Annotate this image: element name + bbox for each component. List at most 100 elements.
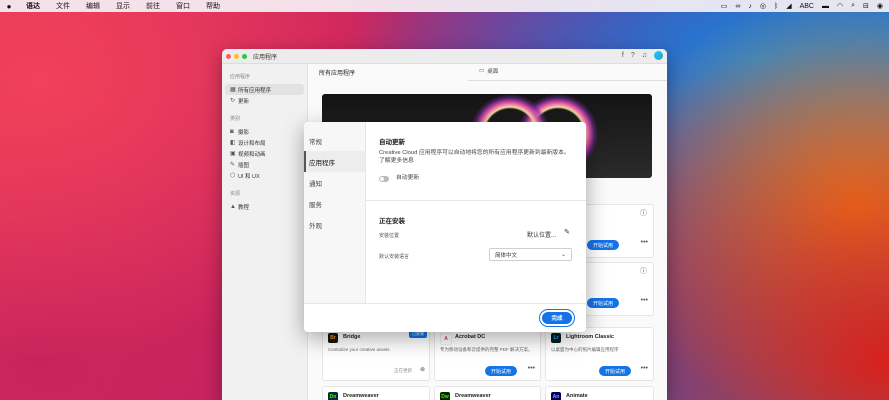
font-icon[interactable]: f [622, 52, 624, 59]
menu-edit[interactable]: 编辑 [78, 1, 108, 11]
tab-desktop[interactable]: ▭ 桌面 [479, 67, 498, 75]
install-location-label: 安装位置 [379, 233, 400, 239]
update-status: 正在更新 [394, 368, 412, 373]
auto-update-toggle[interactable] [379, 176, 389, 182]
more-icon[interactable]: ••• [641, 365, 648, 372]
more-icon[interactable]: ••• [641, 297, 648, 304]
camera-icon: ◙ [230, 128, 234, 135]
auto-update-description: Creative Cloud 应用程序可以自动地将您的所有应用程序更新到最新版本… [379, 150, 570, 164]
sidebar-section-categories: 类别 [230, 116, 241, 122]
input-source-label[interactable]: ABC [800, 3, 814, 10]
app-card-lightroom: Lr Lightroom Classic 以桌面为中心的照片编辑应用程序 开始试… [545, 327, 654, 381]
screen-icon[interactable]: ▭ [721, 2, 728, 10]
trial-button[interactable]: 开始试用 [587, 298, 620, 308]
sidebar-item-photo[interactable]: ◙ 摄影 [222, 126, 307, 137]
menu-go[interactable]: 前往 [138, 1, 168, 11]
battery-icon[interactable]: ▬ [822, 3, 829, 10]
more-icon[interactable]: ••• [528, 365, 535, 372]
main-header: 所有应用程序 ▭ 桌面 [308, 64, 667, 81]
menu-window[interactable]: 窗口 [168, 1, 198, 11]
menu-app[interactable]: 语达 [18, 1, 48, 11]
uiux-icon: ⬡ [230, 173, 236, 179]
cancel-icon[interactable]: ⊗ [420, 366, 425, 373]
app-desc: 专为移动设备和云提供的完整 PDF 解决方案。 [440, 347, 533, 352]
hat-icon: ▲ [230, 203, 236, 210]
tab-divider [468, 80, 667, 81]
siri-icon[interactable]: ◉ [877, 2, 883, 10]
sidebar-item-illustration[interactable]: ✎ 插图 [222, 159, 307, 170]
sidebar-item-video[interactable]: ▣ 视频和动画 [222, 148, 307, 159]
status-area: ▭ ∞ ♪ ◎ ᛒ ◢ ABC ▬ ◠ ⌕ ⊟ ◉ [721, 0, 883, 12]
auto-update-toggle-label: 自动更新 [396, 175, 420, 181]
grid-icon: ▦ [230, 87, 236, 93]
monitor-icon: ▭ [479, 68, 485, 74]
pen-icon: ✎ [230, 162, 236, 168]
app-card-acrobat: A Acrobat DC 专为移动设备和云提供的完整 PDF 解决方案。 开始试… [434, 327, 541, 381]
sidebar-section-apps: 应用程序 [230, 74, 251, 80]
language-select[interactable]: 简体中文 ⌄ [489, 248, 572, 261]
pref-tab-appearance[interactable]: 外观 [304, 214, 365, 235]
pref-tab-services[interactable]: 服务 [304, 193, 365, 214]
sidebar-section-resources: 资源 [230, 191, 241, 197]
pref-tab-notifications[interactable]: 通知 [304, 172, 365, 193]
more-icon[interactable]: ••• [641, 239, 648, 246]
apple-logo-icon[interactable]: ● [0, 2, 18, 11]
sidebar-item-updates[interactable]: ↻ 更新 [222, 95, 307, 106]
control-center-icon[interactable]: ⊟ [863, 2, 869, 10]
cast-icon[interactable]: ◎ [760, 2, 766, 10]
zoom-window-button[interactable] [242, 53, 247, 59]
dialog-footer: 完成 [304, 303, 586, 332]
app-name: Acrobat DC [455, 334, 486, 340]
app-name: Lightroom Classic [566, 334, 614, 340]
default-language-label: 默认安装语言 [379, 254, 410, 260]
tiktok-icon[interactable]: ♪ [748, 3, 752, 10]
refresh-icon: ↻ [230, 98, 236, 104]
chevron-down-icon: ⌄ [560, 252, 566, 258]
acrobat-logo: A [440, 333, 452, 345]
film-icon: ▣ [230, 151, 236, 157]
app-logo: Dn [328, 392, 338, 400]
trial-button[interactable]: 开始试用 [599, 366, 632, 376]
trial-button[interactable]: 开始试用 [485, 366, 518, 376]
close-window-button[interactable] [226, 53, 231, 59]
preferences-dialog: 常规 应用程序 通知 服务 外观 自动更新 Creative Cloud 应用程… [304, 122, 586, 332]
preferences-nav: 常规 应用程序 通知 服务 外观 [304, 122, 366, 304]
search-icon[interactable]: ⌕ [851, 2, 855, 10]
menu-view[interactable]: 显示 [108, 1, 138, 11]
minimize-window-button[interactable] [234, 53, 239, 59]
help-icon[interactable]: ? [631, 52, 635, 59]
bell-icon[interactable]: ♫ [642, 52, 647, 59]
wifi-icon[interactable]: ◠ [837, 2, 843, 10]
install-location-value[interactable]: 默认位置... [527, 230, 556, 239]
pref-tab-apps[interactable]: 应用程序 [304, 151, 365, 172]
avatar[interactable] [654, 51, 663, 60]
sidebar-item-tutorials[interactable]: ▲ 教程 [222, 201, 307, 212]
bridge-logo: Br [328, 333, 338, 343]
title-bar: 应用程序 f ? ♫ [222, 49, 667, 64]
app-card-row3-b: Dw Dreamweaver [434, 386, 541, 400]
info-icon[interactable]: ⓘ [640, 266, 647, 276]
edit-pencil-icon[interactable]: ✎ [564, 228, 570, 236]
app-card-row3-a: Dn Dreamweaver [322, 386, 430, 400]
menu-file[interactable]: 文件 [48, 1, 78, 11]
bluetooth-icon[interactable]: ᛒ [774, 3, 778, 10]
menu-help[interactable]: 帮助 [198, 1, 228, 11]
app-logo: An [551, 392, 561, 400]
sidebar-item-uiux[interactable]: ⬡ UI 和 UX [222, 170, 307, 181]
lightroom-logo: Lr [551, 333, 561, 343]
app-desc: Centralize your creative assets [328, 347, 390, 352]
installing-title: 正在安装 [379, 218, 405, 225]
info-icon[interactable]: ⓘ [640, 208, 647, 218]
sidebar-item-design[interactable]: ◧ 设计和布局 [222, 137, 307, 148]
cc-icon[interactable]: ∞ [735, 3, 740, 10]
section-divider [365, 200, 586, 201]
layout-icon: ◧ [230, 140, 236, 146]
menu-bar: ● 语达 文件 编辑 显示 前往 窗口 帮助 ▭ ∞ ♪ ◎ ᛒ ◢ ABC ▬… [0, 0, 889, 12]
pref-tab-general[interactable]: 常规 [304, 130, 365, 151]
trial-button[interactable]: 开始试用 [587, 240, 620, 250]
flag-icon[interactable]: ◢ [786, 2, 791, 10]
auto-update-title: 自动更新 [379, 139, 405, 146]
window-title: 应用程序 [253, 54, 278, 61]
done-button[interactable]: 完成 [542, 312, 572, 324]
sidebar-item-all-apps[interactable]: ▦ 所有应用程序 [225, 84, 304, 95]
